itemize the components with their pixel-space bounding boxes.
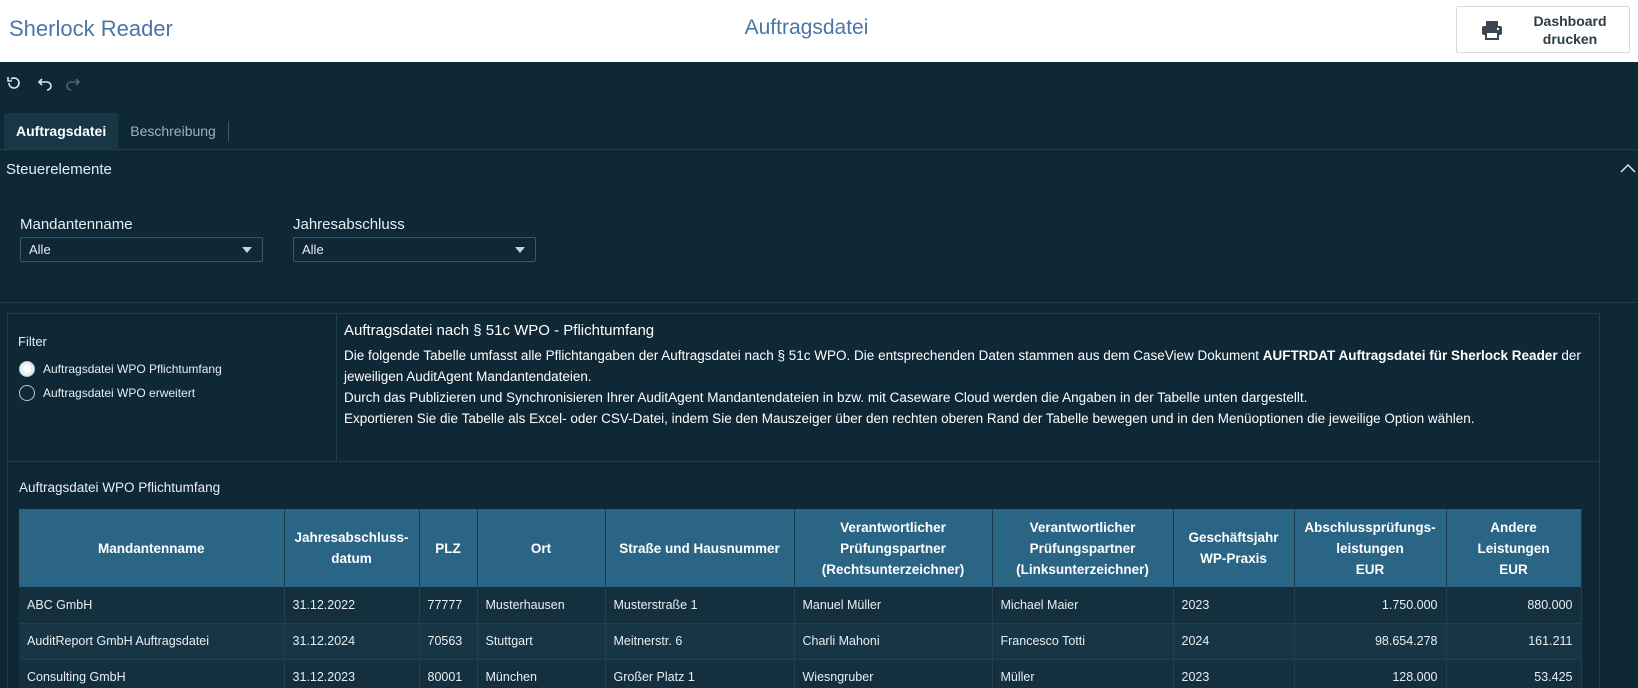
- jahresabschluss-control: Jahresabschluss Alle: [293, 216, 536, 262]
- table-header-row: Mandantenname Jahresabschluss- datum PLZ…: [19, 509, 1582, 587]
- table-cell: Charli Mahoni: [794, 623, 993, 660]
- tab-auftragsdatei[interactable]: Auftragsdatei: [4, 113, 119, 149]
- table-cell: Consulting GmbH: [19, 659, 285, 688]
- table-cell: Großer Platz 1: [605, 659, 795, 688]
- table-cell: 2023: [1173, 587, 1295, 624]
- tab-separator: [227, 121, 229, 141]
- table-row[interactable]: Consulting GmbH 31.12.2023 80001 München…: [19, 659, 1582, 688]
- table-cell: Stuttgart: [477, 623, 606, 660]
- table-cell: 2024: [1173, 623, 1295, 660]
- description-paragraph: Durch das Publizieren und Synchronisiere…: [344, 390, 1308, 405]
- divider: [0, 302, 1638, 303]
- table-cell: 880.000: [1446, 587, 1582, 624]
- chevron-up-icon[interactable]: [1620, 162, 1636, 174]
- content-panel: Filter Auftragsdatei WPO Pflichtumfang A…: [7, 313, 1600, 688]
- table-cell: Manuel Müller: [794, 587, 993, 624]
- tab-beschreibung[interactable]: Beschreibung: [118, 113, 228, 149]
- table-container: Mandantenname Jahresabschluss- datum PLZ…: [19, 509, 1589, 688]
- reset-icon[interactable]: [6, 75, 22, 91]
- print-dashboard-label: Dashboard drucken: [1533, 12, 1607, 47]
- table-cell: 98.654.278: [1294, 623, 1447, 660]
- mandantenname-label: Mandantenname: [20, 216, 133, 233]
- filter-option-label: Auftragsdatei WPO erweitert: [43, 386, 196, 400]
- mandantenname-dropdown[interactable]: Alle: [20, 237, 263, 262]
- tab-bar: Auftragsdatei Beschreibung: [4, 113, 229, 149]
- filter-title: Filter: [18, 334, 47, 349]
- column-header[interactable]: Ort: [477, 509, 606, 587]
- column-header[interactable]: Verantwortlicher Prüfungspartner (Rechts…: [794, 509, 993, 587]
- radio-selected-icon[interactable]: [19, 361, 35, 377]
- jahresabschluss-value: Alle: [302, 242, 324, 257]
- column-header[interactable]: Mandantenname: [19, 509, 285, 587]
- page-title: Auftragsdatei: [744, 16, 869, 39]
- data-table: Mandantenname Jahresabschluss- datum PLZ…: [19, 509, 1582, 688]
- table-cell: 161.211: [1446, 623, 1582, 660]
- redo-icon[interactable]: [66, 75, 82, 91]
- table-cell: Musterstraße 1: [605, 587, 795, 624]
- divider: [0, 149, 1638, 150]
- column-header[interactable]: Geschäftsjahr WP-Praxis: [1173, 509, 1295, 587]
- table-cell: ABC GmbH: [19, 587, 285, 624]
- table-row[interactable]: AuditReport GmbH Auftragsdatei 31.12.202…: [19, 623, 1582, 660]
- jahresabschluss-dropdown[interactable]: Alle: [293, 237, 536, 262]
- table-cell: 128.000: [1294, 659, 1447, 688]
- jahresabschluss-label: Jahresabschluss: [293, 216, 405, 233]
- table-cell: 70563: [419, 623, 478, 660]
- filter-box: Filter Auftragsdatei WPO Pflichtumfang A…: [8, 314, 337, 462]
- table-cell: 53.425: [1446, 659, 1582, 688]
- table-cell: 2023: [1173, 659, 1295, 688]
- description-paragraph: Die folgende Tabelle umfasst alle Pflich…: [344, 348, 1581, 384]
- description-title: Auftragsdatei nach § 51c WPO - Pflichtum…: [344, 322, 655, 339]
- undo-icon[interactable]: [36, 75, 52, 91]
- table-cell: AuditReport GmbH Auftragsdatei: [19, 623, 285, 660]
- column-header[interactable]: Abschlussprüfungs- leistungen EUR: [1294, 509, 1447, 587]
- description-paragraph: Exportieren Sie die Tabelle als Excel- o…: [344, 411, 1475, 426]
- controls-section-title: Steuerelemente: [6, 161, 112, 178]
- table-cell: Meitnerstr. 6: [605, 623, 795, 660]
- table-cell: 80001: [419, 659, 478, 688]
- table-cell: 77777: [419, 587, 478, 624]
- table-title: Auftragsdatei WPO Pflichtumfang: [19, 480, 221, 495]
- table-cell: Michael Maier: [992, 587, 1174, 624]
- chevron-down-icon: [242, 246, 252, 253]
- table-cell: Musterhausen: [477, 587, 606, 624]
- chevron-down-icon: [515, 246, 525, 253]
- mandantenname-value: Alle: [29, 242, 51, 257]
- filter-option-label: Auftragsdatei WPO Pflichtumfang: [43, 362, 222, 376]
- table-cell: 1.750.000: [1294, 587, 1447, 624]
- column-header[interactable]: PLZ: [419, 509, 478, 587]
- filter-option-erweitert[interactable]: Auftragsdatei WPO erweitert: [19, 385, 195, 401]
- description-text: Die folgende Tabelle umfasst alle Pflich…: [344, 345, 1594, 429]
- table-cell: 31.12.2024: [284, 623, 420, 660]
- description-box: Auftragsdatei nach § 51c WPO - Pflichtum…: [338, 314, 1600, 462]
- column-header[interactable]: Verantwortlicher Prüfungspartner (Linksu…: [992, 509, 1174, 587]
- table-cell: München: [477, 659, 606, 688]
- table-cell: 31.12.2022: [284, 587, 420, 624]
- top-bar: Sherlock Reader Auftragsdatei Dashboard …: [0, 0, 1638, 62]
- table-row[interactable]: ABC GmbH 31.12.2022 77777 Musterhausen M…: [19, 587, 1582, 624]
- printer-icon: [1482, 20, 1502, 40]
- toolbar: [6, 75, 82, 91]
- column-header[interactable]: Jahresabschluss- datum: [284, 509, 420, 587]
- radio-unselected-icon[interactable]: [19, 385, 35, 401]
- table-cell: Francesco Totti: [992, 623, 1174, 660]
- column-header[interactable]: Straße und Hausnummer: [605, 509, 795, 587]
- column-header[interactable]: Andere Leistungen EUR: [1446, 509, 1582, 587]
- filter-option-pflichtumfang[interactable]: Auftragsdatei WPO Pflichtumfang: [19, 361, 222, 377]
- table-cell: Müller: [992, 659, 1174, 688]
- table-cell: 31.12.2023: [284, 659, 420, 688]
- table-cell: Wiesngruber: [794, 659, 993, 688]
- print-dashboard-button[interactable]: Dashboard drucken: [1456, 6, 1630, 53]
- mandantenname-control: Mandantenname Alle: [20, 216, 263, 262]
